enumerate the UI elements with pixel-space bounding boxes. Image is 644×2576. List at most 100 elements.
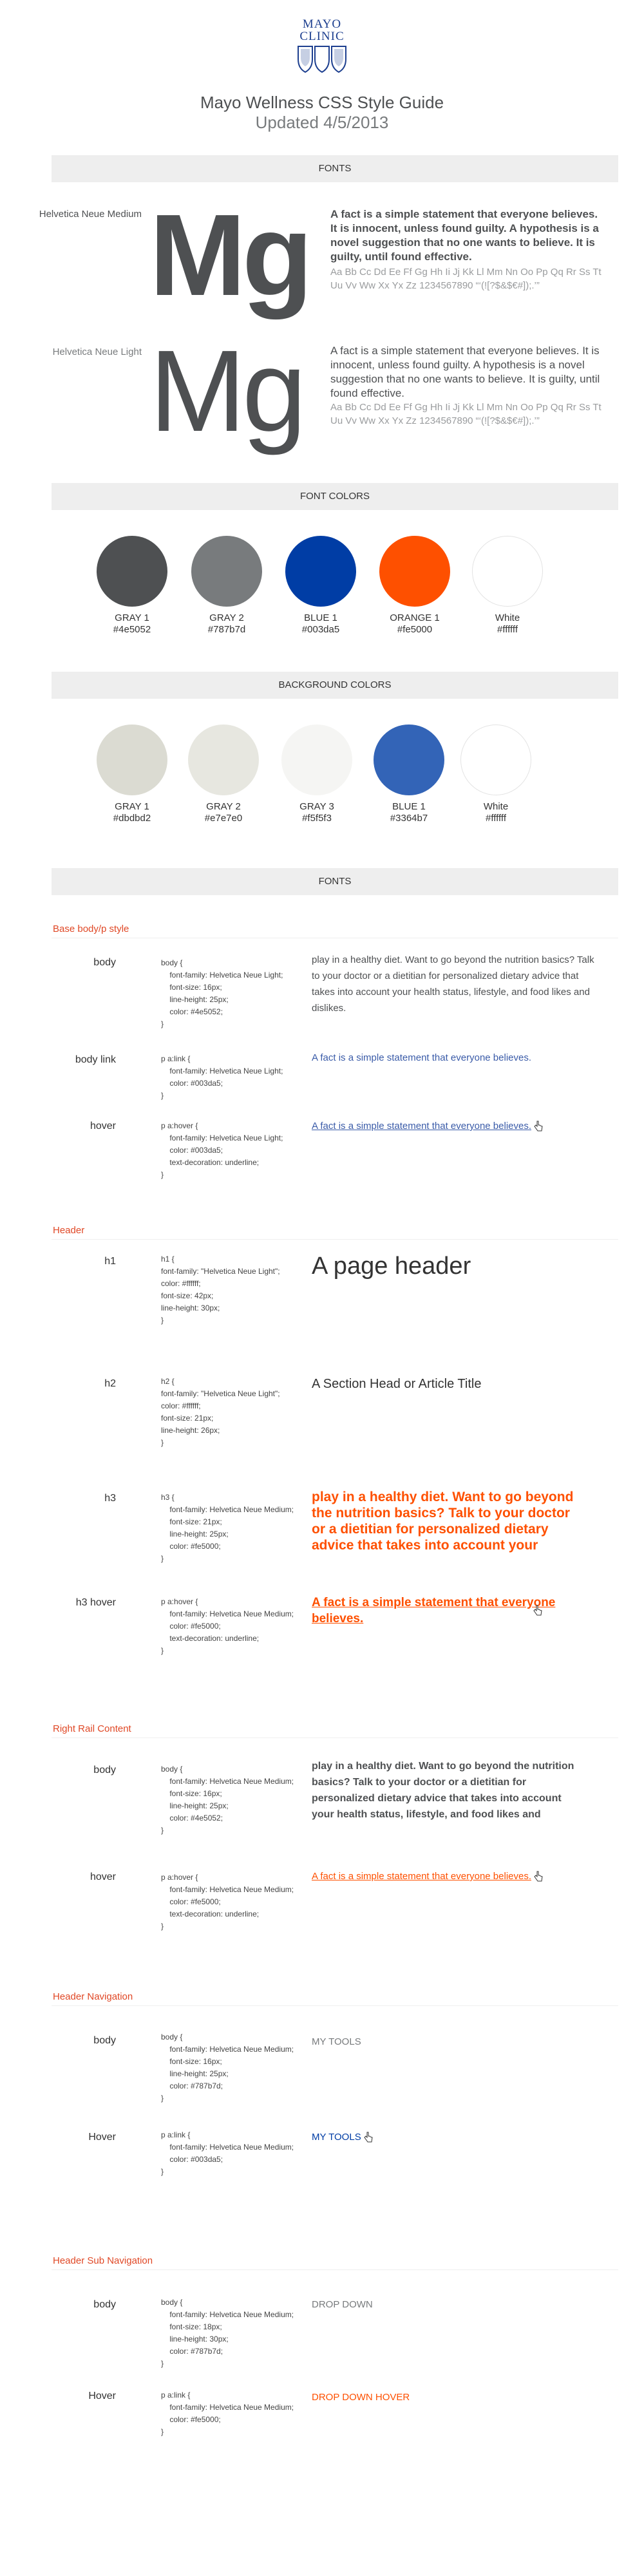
row-label: h2 <box>104 1378 116 1389</box>
hand-cursor-icon <box>534 1121 543 1132</box>
row-label: body <box>93 2035 116 2046</box>
swatch-orange-1: ORANGE 1 #fe5000 <box>379 536 450 636</box>
specimen-alphabet: Aa Bb Cc Dd Ee Ff Gg Hh Ii Jj Kk Ll Mm N… <box>330 402 601 426</box>
sample-body-text: play in a healthy diet. Want to go beyon… <box>312 954 594 1014</box>
swatch-hex: #003da5 <box>301 624 340 635</box>
row-label: Hover <box>88 2391 116 2401</box>
right-rail-link-hover[interactable]: A fact is a simple statement that everyo… <box>312 1871 531 1882</box>
code-snippet: h3 { font-family: Helvetica Neue Medium;… <box>161 1493 294 1563</box>
swatch-circle <box>191 536 262 607</box>
specimen-label: Helvetica Neue Light <box>52 346 142 357</box>
swatch-bg-gray-3: GRAY 3 #f5f5f3 <box>281 724 352 824</box>
nav-item-my-tools[interactable]: MY TOOLS <box>312 2036 361 2047</box>
swatch-name: GRAY 1 <box>115 801 149 812</box>
code-snippet: p a:hover { font-family: Helvetica Neue … <box>161 1597 294 1655</box>
nav-item-my-tools-hover[interactable]: MY TOOLS <box>312 2132 361 2143</box>
swatch-circle <box>97 536 167 607</box>
section-divider <box>52 2005 618 2006</box>
sample-body-link-hover: A fact is a simple statement that everyo… <box>312 1121 595 1132</box>
swatch-circle <box>460 724 531 795</box>
background-color-swatches: GRAY 1 #dbdbd2 GRAY 2 #e7e7e0 GRAY 3 #f5… <box>0 724 644 834</box>
code-snippet: h2 { font-family: "Helvetica Neue Light"… <box>161 1377 280 1447</box>
shields-icon <box>298 46 346 73</box>
swatch-bg-blue-1: BLUE 1 #3364b7 <box>374 724 444 824</box>
swatch-circle <box>374 724 444 795</box>
sample-nav-item-hover: MY TOOLS <box>312 2132 595 2143</box>
code-snippet: p a:hover { font-family: Helvetica Neue … <box>161 1873 294 1931</box>
swatch-name: BLUE 1 <box>392 801 426 812</box>
section-divider <box>52 2269 618 2270</box>
row-label: Hover <box>88 2132 116 2143</box>
hand-cursor-icon <box>364 2132 373 2143</box>
row-label: h3 <box>104 1493 116 1504</box>
logo-line-2: CLINIC <box>299 30 345 43</box>
sample-sub-nav-item-hover: DROP DOWN HOVER <box>312 2392 595 2403</box>
row-label: h3 hover <box>75 1597 116 1608</box>
swatch-name: GRAY 2 <box>206 801 241 812</box>
logo-line-1: MAYO <box>302 17 342 31</box>
swatch-circle <box>281 724 352 795</box>
swatch-name: White <box>483 801 509 812</box>
sub-nav-item-drop-down-hover[interactable]: DROP DOWN HOVER <box>312 2392 410 2403</box>
hand-cursor-icon <box>534 1871 543 1882</box>
specimen-text: A fact is a simple statement that everyo… <box>330 208 599 263</box>
swatch-bg-white: White #ffffff <box>460 724 531 824</box>
swatch-hex: #ffffff <box>486 813 506 824</box>
sub-nav-item-drop-down[interactable]: DROP DOWN <box>312 2299 373 2310</box>
sample-nav-item: MY TOOLS <box>312 2036 595 2047</box>
body-link[interactable]: A fact is a simple statement that everyo… <box>312 1052 531 1063</box>
page-title: Mayo Wellness CSS Style Guide <box>200 93 444 112</box>
swatch-hex: #dbdbd2 <box>113 813 151 824</box>
sample-right-rail-hover: A fact is a simple statement that everyo… <box>312 1871 595 1882</box>
code-snippet: p a:link { font-family: Helvetica Neue M… <box>161 2130 294 2176</box>
sample-h3: play in a healthy diet. Want to go beyon… <box>312 1490 574 1553</box>
fonts-bar: FONTS <box>52 155 618 182</box>
swatch-circle <box>379 536 450 607</box>
sample-right-rail-body: play in a healthy diet. Want to go beyon… <box>312 1761 574 1820</box>
swatch-hex: #fe5000 <box>397 624 433 635</box>
row-label: hover <box>90 1871 116 1882</box>
swatch-bg-gray-2: GRAY 2 #e7e7e0 <box>188 724 259 824</box>
swatch-gray-1: GRAY 1 #4e5052 <box>97 536 167 636</box>
section-title-header-nav: Header Navigation <box>53 1991 133 2002</box>
sample-body-link: A fact is a simple statement that everyo… <box>312 1052 595 1063</box>
row-label: h1 <box>104 1256 116 1267</box>
section-title-header: Header <box>53 1225 85 1236</box>
fonts-bar-2: FONTS <box>52 868 618 895</box>
code-snippet: body { font-family: Helvetica Neue Mediu… <box>161 2298 294 2368</box>
code-snippet: body { font-family: Helvetica Neue Mediu… <box>161 2032 294 2103</box>
swatch-hex: #4e5052 <box>113 624 151 635</box>
specimen-text: A fact is a simple statement that everyo… <box>330 345 600 399</box>
page-subtitle: Updated 4/5/2013 <box>255 113 389 132</box>
code-snippet: h1 { font-family: "Helvetica Neue Light"… <box>161 1255 280 1325</box>
swatch-hex: #ffffff <box>497 624 518 635</box>
swatch-hex: #787b7d <box>207 624 246 635</box>
swatch-gray-2: GRAY 2 #787b7d <box>191 536 262 636</box>
swatch-name: GRAY 3 <box>299 801 334 812</box>
swatch-hex: #3364b7 <box>390 813 428 824</box>
sample-h1: A page header <box>312 1253 471 1280</box>
body-link-hover[interactable]: A fact is a simple statement that everyo… <box>312 1121 531 1132</box>
row-label: body link <box>75 1054 116 1065</box>
font-colors-bar: FONT COLORS <box>52 483 618 510</box>
swatch-hex: #e7e7e0 <box>204 813 243 824</box>
background-colors-bar: BACKGROUND COLORS <box>52 672 618 699</box>
swatch-bg-gray-1: GRAY 1 #dbdbd2 <box>97 724 167 824</box>
specimen-alphabet: Aa Bb Cc Dd Ee Ff Gg Hh Ii Jj Kk Ll Mm N… <box>330 267 601 291</box>
swatch-name: GRAY 2 <box>209 612 244 623</box>
row-label: body <box>93 2299 116 2310</box>
specimen-glyphs: Mg <box>149 191 313 320</box>
row-label: body <box>93 1765 116 1776</box>
swatch-name: ORANGE 1 <box>390 612 440 623</box>
code-snippet: body { font-family: Helvetica Neue Mediu… <box>161 1765 294 1835</box>
section-title-base: Base body/p style <box>53 923 129 934</box>
swatch-circle <box>472 536 543 607</box>
h3-link-hover[interactable]: A fact is a simple statement that everyo… <box>312 1596 555 1625</box>
section-title-right-rail: Right Rail Content <box>53 1723 131 1734</box>
swatch-circle <box>188 724 259 795</box>
section-divider <box>52 1239 618 1240</box>
swatch-hex: #f5f5f3 <box>302 813 332 824</box>
sample-sub-nav-item: DROP DOWN <box>312 2299 595 2310</box>
sample-h2: A Section Head or Article Title <box>312 1377 482 1391</box>
hand-cursor-icon <box>533 1605 542 1616</box>
